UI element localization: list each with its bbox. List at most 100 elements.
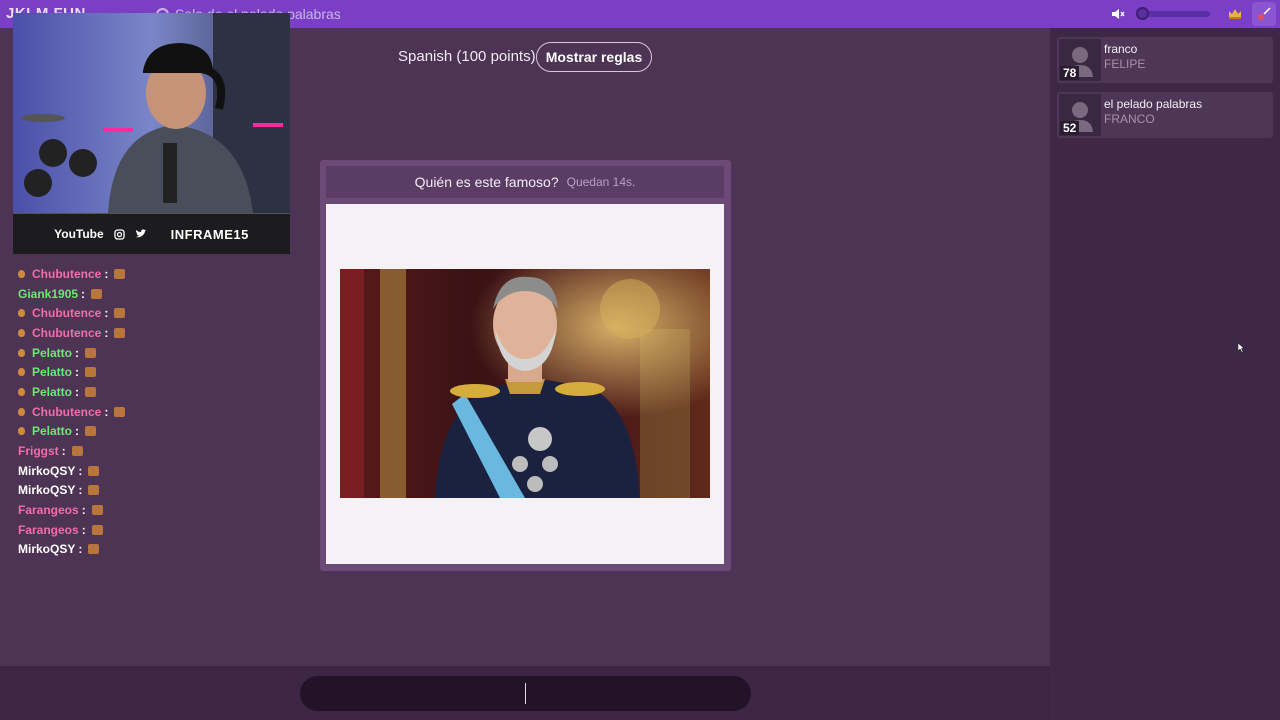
badge-icon (18, 427, 25, 436)
instagram-icon (114, 228, 125, 240)
volume-knob[interactable] (1136, 7, 1149, 20)
exit-icon (1258, 7, 1271, 20)
chat-separator: : (78, 463, 83, 478)
chat-message: Giank1905: (18, 284, 288, 304)
emoji-icon (85, 426, 97, 437)
emoji-icon (88, 485, 100, 496)
language-label: Spanish (100 points) (398, 48, 536, 65)
chat-message: MirkoQSY: (18, 540, 288, 560)
emoji-icon (88, 465, 100, 476)
chat-message: Chubutence: (18, 323, 288, 343)
chat-username[interactable]: Chubutence (32, 306, 101, 320)
chat-username[interactable]: Pelatto (32, 346, 72, 360)
chat-separator: : (75, 424, 80, 439)
chat-separator: : (78, 483, 83, 498)
question-header: Quién es este famoso? Quedan 14s. (326, 166, 724, 198)
emoji-icon (114, 327, 126, 338)
player-card[interactable]: 52 el pelado palabras FRANCO (1057, 92, 1273, 138)
chat-message: Farangeos: (18, 500, 288, 520)
youtube-label: YouTube (54, 227, 104, 241)
avatar: 78 (1059, 39, 1101, 81)
emoji-icon (85, 347, 97, 358)
chat-username[interactable]: MirkoQSY (18, 464, 75, 478)
chat-message: Pelatto: (18, 422, 288, 442)
badge-icon (18, 387, 25, 396)
chat-username[interactable]: Farangeos (18, 503, 79, 517)
chat-username[interactable]: MirkoQSY (18, 483, 75, 497)
chat-username[interactable]: Farangeos (18, 523, 79, 537)
question-body (326, 204, 724, 564)
exit-button[interactable] (1252, 2, 1276, 26)
chat-message: Chubutence: (18, 402, 288, 422)
badge-icon (18, 407, 25, 416)
volume-slider[interactable] (1136, 7, 1210, 20)
player-score: 78 (1060, 66, 1080, 80)
text-caret (525, 683, 526, 704)
badge-icon (18, 269, 25, 278)
chat-separator: : (75, 345, 80, 360)
badge-icon (18, 368, 25, 377)
chat-message: Farangeos: (18, 520, 288, 540)
chat-list: Chubutence: Giank1905: Chubutence: Chubuten… (18, 264, 288, 559)
streamer-image (13, 13, 290, 213)
chat-separator: : (81, 286, 86, 301)
chat-separator: : (104, 266, 109, 281)
chat-message: Pelatto: (18, 362, 288, 382)
chat-separator: : (104, 325, 109, 340)
chat-username[interactable]: MirkoQSY (18, 542, 75, 556)
emoji-icon (88, 544, 100, 555)
chat-separator: : (104, 404, 109, 419)
emoji-icon (85, 367, 97, 378)
chat-username[interactable]: Pelatto (32, 424, 72, 438)
webcam-overlay: YouTube INFRAME15 (13, 13, 290, 254)
chat-username[interactable]: Chubutence (32, 405, 101, 419)
crown-icon[interactable] (1228, 8, 1242, 20)
badge-icon (18, 309, 25, 318)
chat-username[interactable]: Chubutence (32, 326, 101, 340)
badge-icon (18, 328, 25, 337)
show-rules-button[interactable]: Mostrar reglas (536, 42, 652, 72)
player-score: 52 (1060, 121, 1080, 135)
emoji-icon (85, 386, 97, 397)
mouse-cursor-icon (1238, 343, 1245, 353)
chat-username[interactable]: Chubutence (32, 267, 101, 281)
player-name: franco (1104, 42, 1138, 56)
chat-username[interactable]: Pelatto (32, 365, 72, 379)
player-card[interactable]: 78 franco FELIPE (1057, 37, 1273, 83)
channel-handle: INFRAME15 (170, 226, 249, 242)
chat-separator: : (81, 522, 86, 537)
chat-message: Pelatto: (18, 343, 288, 363)
chat-username[interactable]: Pelatto (32, 385, 72, 399)
portrait-image (340, 269, 710, 498)
chat-message: MirkoQSY: (18, 461, 288, 481)
chat-message: Chubutence: (18, 303, 288, 323)
player-name: el pelado palabras (1104, 97, 1203, 111)
player-guess: FELIPE (1104, 57, 1146, 71)
mute-icon[interactable] (1111, 7, 1125, 21)
chat-username[interactable]: Friggst (18, 444, 59, 458)
question-card: Quién es este famoso? Quedan 14s. (320, 160, 731, 571)
emoji-icon (114, 268, 126, 279)
chat-separator: : (81, 503, 86, 518)
twitter-icon (135, 229, 147, 238)
emoji-icon (71, 446, 83, 457)
avatar: 52 (1059, 94, 1101, 136)
question-text: Quién es este famoso? (414, 174, 559, 190)
chat-separator: : (75, 365, 80, 380)
emoji-icon (91, 288, 103, 299)
badge-icon (18, 348, 25, 357)
chat-message: Friggst: (18, 441, 288, 461)
chat-message: MirkoQSY: (18, 481, 288, 501)
emoji-icon (91, 524, 103, 535)
emoji-icon (91, 505, 103, 516)
emoji-icon (114, 308, 126, 319)
chat-separator: : (104, 306, 109, 321)
emoji-icon (114, 406, 126, 417)
chat-separator: : (61, 444, 66, 459)
webcam-strip: YouTube INFRAME15 (13, 213, 290, 254)
chat-message: Pelatto: (18, 382, 288, 402)
timer-text: Quedan 14s. (566, 175, 636, 189)
chat-separator: : (75, 384, 80, 399)
chat-username[interactable]: Giank1905 (18, 287, 78, 301)
player-guess: FRANCO (1104, 112, 1155, 126)
